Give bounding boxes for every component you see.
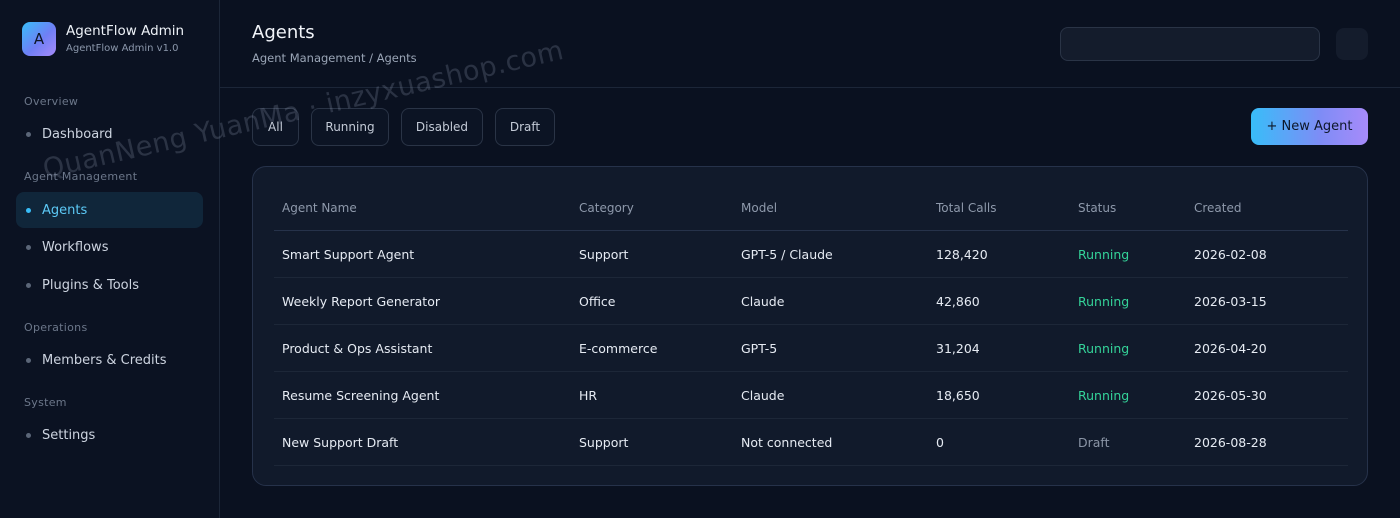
breadcrumb: Agent Management / Agents [252,51,417,65]
bullet-icon [26,357,31,363]
status-badge: Draft [1078,435,1110,450]
cell-model: GPT-5 / Claude [741,247,833,262]
sidebar-item-label: Settings [42,427,96,443]
cell-created: 2026-03-15 [1194,294,1267,309]
filter-disabled[interactable]: Disabled [401,108,483,146]
column-header-category[interactable]: Category [579,201,634,215]
cell-total-calls: 18,650 [936,388,980,403]
cell-total-calls: 42,860 [936,294,980,309]
column-header-created[interactable]: Created [1194,201,1242,215]
nav-section-agent-management: Agent Management [24,170,138,183]
status-badge: Running [1078,247,1130,262]
sidebar-item-agents[interactable]: Agents [16,192,203,228]
table-row[interactable]: New Support Draft Support Not connected … [274,419,1348,466]
cell-model: Claude [741,388,785,403]
cell-total-calls: 31,204 [936,341,980,356]
sidebar-item-plugins-tools[interactable]: Plugins & Tools [16,267,203,303]
cell-created: 2026-05-30 [1194,388,1267,403]
cell-agent-name: Resume Screening Agent [282,388,440,403]
cell-model: GPT-5 [741,341,778,356]
sidebar-item-dashboard[interactable]: Dashboard [16,116,203,152]
nav-section-system: System [24,396,67,409]
brand-title: AgentFlow Admin [66,22,185,39]
column-header-status[interactable]: Status [1078,201,1116,215]
brand-version: AgentFlow Admin v1.0 [66,42,179,54]
sidebar-item-label: Members & Credits [42,352,167,368]
table-row[interactable]: Product & Ops Assistant E-commerce GPT-5… [274,325,1348,372]
page-title: Agents [252,22,315,43]
brand: A AgentFlow Admin AgentFlow Admin v1.0 [22,22,184,56]
bullet-icon [26,282,31,288]
cell-agent-name: New Support Draft [282,435,399,450]
new-agent-button[interactable]: + New Agent [1251,108,1368,145]
page-header: Agents Agent Management / Agents [220,0,1400,88]
bullet-icon [26,207,31,213]
sidebar: A AgentFlow Admin AgentFlow Admin v1.0 O… [0,0,220,518]
header-action-button[interactable] [1336,28,1368,60]
sidebar-item-label: Agents [42,202,88,218]
column-header-total-calls[interactable]: Total Calls [936,201,997,215]
cell-created: 2026-08-28 [1194,435,1267,450]
cell-category: Support [579,435,629,450]
table-row[interactable]: Weekly Report Generator Office Claude 42… [274,278,1348,325]
sidebar-item-settings[interactable]: Settings [16,417,203,453]
table-row[interactable]: Smart Support Agent Support GPT-5 / Clau… [274,231,1348,278]
status-badge: Running [1078,388,1130,403]
sidebar-item-members-credits[interactable]: Members & Credits [16,342,203,378]
bullet-icon [26,432,31,438]
bullet-icon [26,244,31,250]
column-header-model[interactable]: Model [741,201,777,215]
sidebar-item-label: Plugins & Tools [42,277,139,293]
filter-all[interactable]: All [252,108,299,146]
cell-model: Not connected [741,435,833,450]
filter-draft[interactable]: Draft [495,108,555,146]
cell-category: HR [579,388,598,403]
sidebar-item-label: Workflows [42,239,109,255]
sidebar-item-label: Dashboard [42,126,113,142]
nav-section-operations: Operations [24,321,88,334]
table-row[interactable]: Resume Screening Agent HR Claude 18,650 … [274,372,1348,419]
filter-running[interactable]: Running [311,108,389,146]
sidebar-item-workflows[interactable]: Workflows [16,229,203,265]
cell-created: 2026-04-20 [1194,341,1267,356]
table-header: Agent Name Category Model Total Calls St… [274,187,1348,231]
agents-table: Agent Name Category Model Total Calls St… [252,166,1368,486]
status-badge: Running [1078,341,1130,356]
nav-section-overview: Overview [24,95,79,108]
cell-category: Support [579,247,629,262]
cell-agent-name: Smart Support Agent [282,247,415,262]
cell-model: Claude [741,294,785,309]
cell-total-calls: 128,420 [936,247,988,262]
cell-created: 2026-02-08 [1194,247,1267,262]
cell-agent-name: Product & Ops Assistant [282,341,433,356]
cell-total-calls: 0 [936,435,944,450]
cell-agent-name: Weekly Report Generator [282,294,440,309]
bullet-icon [26,131,31,137]
status-badge: Running [1078,294,1130,309]
column-header-agent-name[interactable]: Agent Name [282,201,357,215]
app-window: A AgentFlow Admin AgentFlow Admin v1.0 O… [0,0,1400,518]
cell-category: E-commerce [579,341,658,356]
search-input[interactable] [1060,27,1320,61]
brand-logo: A [22,22,56,56]
cell-category: Office [579,294,616,309]
